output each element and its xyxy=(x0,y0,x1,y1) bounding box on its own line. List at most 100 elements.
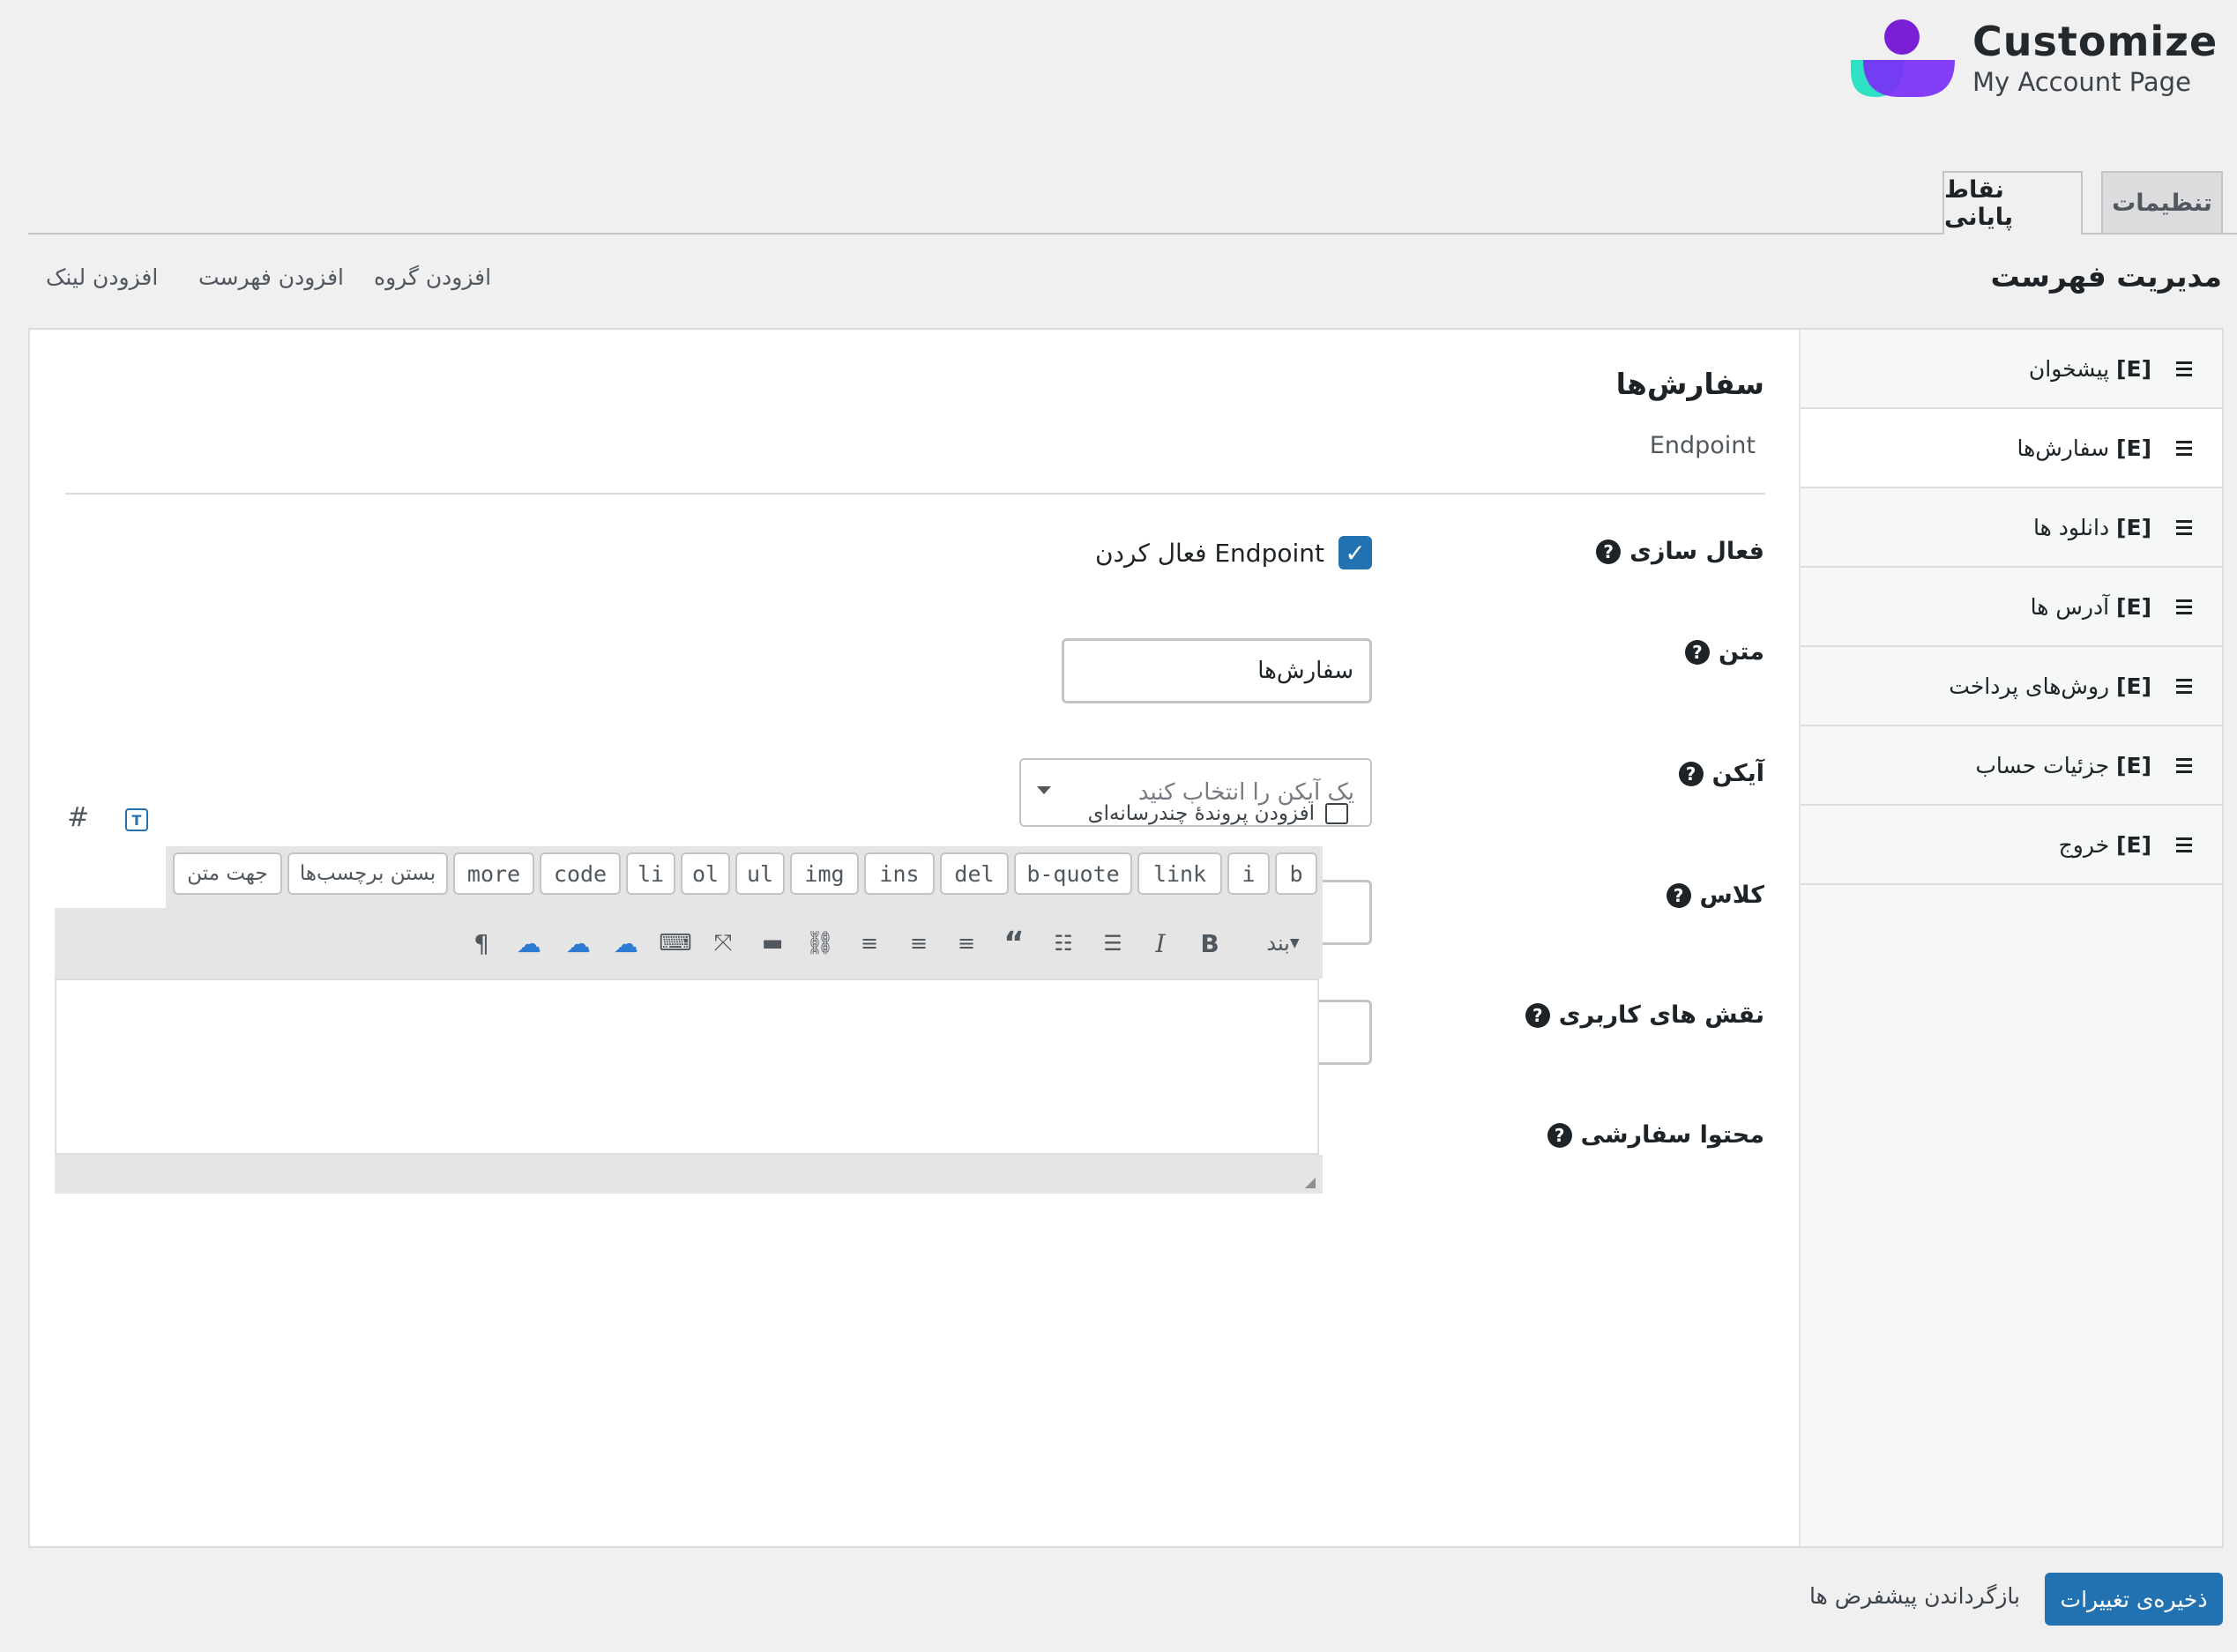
user-roles-label: نقش های کاربری? xyxy=(1525,1001,1764,1029)
text-input[interactable]: سفارش‌ها xyxy=(1062,638,1372,703)
class-label: کلاس? xyxy=(1666,882,1764,909)
sidebar-item-addresses[interactable]: [E] آدرس ها xyxy=(1801,568,2222,647)
align-right-icon[interactable]: ≡ xyxy=(852,926,887,961)
sidebar-item-label: سفارش‌ها xyxy=(2017,435,2110,461)
help-icon[interactable]: ? xyxy=(1684,639,1710,665)
hash-icon[interactable]: # xyxy=(67,802,89,833)
add-link-link[interactable]: افزودن لینک xyxy=(46,264,158,290)
toolbar-toggle-icon[interactable]: ⌨ xyxy=(658,926,693,961)
qt-close-tags-button[interactable]: بستن برچسب‌ها xyxy=(287,852,448,895)
sidebar-item-payment-methods[interactable]: [E] روش‌های پرداخت xyxy=(1801,647,2222,726)
endpoint-tag: [E] xyxy=(2116,673,2151,699)
drag-handle-icon[interactable] xyxy=(2176,757,2192,773)
tab-endpoints[interactable]: نقاط پایانی xyxy=(1942,171,2083,234)
logo: Customize My Account Page xyxy=(1851,18,2217,106)
enable-label: فعال سازی? xyxy=(1596,538,1764,565)
qt-bold-button[interactable]: b xyxy=(1275,852,1317,895)
endpoint-tag: [E] xyxy=(2116,831,2151,858)
add-group-link[interactable]: افزودن گروه xyxy=(374,264,491,290)
bold-icon[interactable]: B xyxy=(1192,926,1227,961)
enable-checkbox-row: فعال کردن Endpoint ✓ xyxy=(1095,536,1372,569)
onedrive-link-icon[interactable]: ☁ xyxy=(561,926,596,961)
resize-handle-icon[interactable]: ◢ xyxy=(1305,1173,1316,1190)
add-menu-link[interactable]: افزودن فهرست xyxy=(198,264,344,290)
tab-settings[interactable]: تنظیمات xyxy=(2101,171,2223,233)
enable-checkbox-label: فعال کردن Endpoint xyxy=(1094,538,1324,568)
blockquote-icon[interactable]: “ xyxy=(996,926,1032,962)
read-more-icon[interactable]: ▬ xyxy=(755,926,790,961)
qt-more-button[interactable]: more xyxy=(453,852,534,895)
qt-code-button[interactable]: code xyxy=(540,852,621,895)
endpoint-tag: [E] xyxy=(2116,752,2151,778)
logo-title: Customize xyxy=(1972,18,2218,65)
qt-link-button[interactable]: link xyxy=(1137,852,1222,895)
italic-icon[interactable]: I xyxy=(1143,926,1178,961)
drag-handle-icon[interactable] xyxy=(2176,361,2192,376)
text-tab-icon[interactable]: T xyxy=(125,808,148,831)
qt-del-button[interactable]: del xyxy=(940,852,1009,895)
help-icon[interactable]: ? xyxy=(1596,539,1622,564)
align-left-icon[interactable]: ≡ xyxy=(949,926,984,961)
qt-ins-button[interactable]: ins xyxy=(864,852,935,895)
endpoint-tag: [E] xyxy=(2116,593,2151,620)
page-title: مدیریت فهرست xyxy=(1990,259,2222,294)
sidebar-item-downloads[interactable]: [E] دانلود ها xyxy=(1801,488,2222,568)
format-select[interactable]: بند ▼ xyxy=(1259,926,1312,961)
help-icon[interactable]: ? xyxy=(1525,1002,1550,1028)
bullet-list-icon[interactable]: ☰ xyxy=(1095,926,1130,961)
content-editor-area[interactable] xyxy=(55,979,1319,1155)
add-media-label: افزودن پروندهٔ چندرسانه‌ای xyxy=(1087,802,1315,825)
drag-handle-icon[interactable] xyxy=(2176,837,2192,852)
help-icon[interactable]: ? xyxy=(1678,761,1704,786)
enable-checkbox[interactable]: ✓ xyxy=(1338,536,1372,569)
sidebar-item-label: پیشخوان xyxy=(2028,355,2110,382)
drag-handle-icon[interactable] xyxy=(2176,440,2192,456)
text-label: متن? xyxy=(1684,638,1764,666)
editor-statusbar: ◢ xyxy=(55,1155,1323,1194)
qt-italic-button[interactable]: i xyxy=(1227,852,1270,895)
custom-content-label: محتوا سفارشی? xyxy=(1547,1121,1764,1149)
reset-defaults-link[interactable]: بازگرداندن پیشفرض ها xyxy=(1809,1583,2020,1609)
quicktags-toolbar: b i link b-quote del ins img ul ol li co… xyxy=(166,846,1323,908)
save-changes-button[interactable]: ذخیره‌ی تغییرات xyxy=(2045,1573,2223,1626)
tabs-divider xyxy=(28,233,2237,234)
qt-blockquote-button[interactable]: b-quote xyxy=(1014,852,1132,895)
qt-ol-button[interactable]: ol xyxy=(681,852,730,895)
onedrive-embed-icon[interactable]: ☁ xyxy=(511,926,547,961)
endpoint-title: سفارش‌ها xyxy=(1615,367,1764,401)
paragraph-rtl-icon[interactable]: ¶ xyxy=(464,926,499,961)
sidebar-item-logout[interactable]: [E] خروج xyxy=(1801,806,2222,885)
media-icon xyxy=(1325,803,1348,824)
sidebar-item-label: جزئیات حساب xyxy=(1975,752,2110,778)
fullscreen-icon[interactable]: ⤧ xyxy=(705,926,741,961)
link-icon[interactable]: ⛓ xyxy=(802,926,838,961)
format-select-value: بند xyxy=(1266,931,1290,956)
chevron-down-icon: ▼ xyxy=(1289,936,1300,950)
sidebar-item-label: روش‌های پرداخت xyxy=(1949,673,2110,699)
add-media-button[interactable]: افزودن پروندهٔ چندرسانه‌ای xyxy=(1088,802,1348,825)
sidebar-item-account-details[interactable]: [E] جزئیات حساب xyxy=(1801,726,2222,806)
qt-li-button[interactable]: li xyxy=(626,852,675,895)
qt-ul-button[interactable]: ul xyxy=(735,852,785,895)
onedrive-icon[interactable]: ☁ xyxy=(608,926,644,961)
help-icon[interactable]: ? xyxy=(1666,882,1691,908)
logo-subtitle: My Account Page xyxy=(1972,67,2191,97)
qt-img-button[interactable]: img xyxy=(790,852,859,895)
visual-editor-toolbar: بند ▼ B I ☰ ☷ “ ≡ ≡ ≡ ⛓ ▬ ⤧ ⌨ ☁ ☁ ☁ ¶ xyxy=(55,908,1323,979)
endpoint-type: Endpoint xyxy=(1649,432,1756,459)
endpoint-sidebar: [E] پیشخوان [E] سفارش‌ها [E] دانلود ها [… xyxy=(1799,330,2222,1546)
sidebar-item-dashboard[interactable]: [E] پیشخوان xyxy=(1801,330,2222,409)
drag-handle-icon[interactable] xyxy=(2176,678,2192,694)
divider xyxy=(65,493,1765,495)
endpoint-tag: [E] xyxy=(2116,355,2151,382)
qt-text-direction-button[interactable]: جهت متن xyxy=(173,852,282,895)
align-center-icon[interactable]: ≡ xyxy=(901,926,936,961)
drag-handle-icon[interactable] xyxy=(2176,519,2192,535)
help-icon[interactable]: ? xyxy=(1547,1122,1572,1148)
sidebar-item-orders[interactable]: [E] سفارش‌ها xyxy=(1801,409,2222,488)
numbered-list-icon[interactable]: ☷ xyxy=(1046,926,1081,961)
logo-mark-icon xyxy=(1851,19,1955,97)
drag-handle-icon[interactable] xyxy=(2176,599,2192,614)
endpoint-tag: [E] xyxy=(2116,514,2151,540)
icon-label: آیکن? xyxy=(1678,760,1764,787)
